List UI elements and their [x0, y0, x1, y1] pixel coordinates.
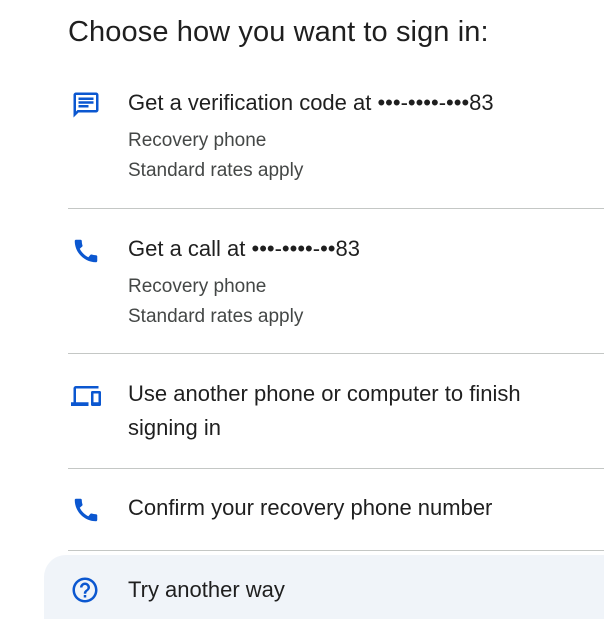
option-call[interactable]: Get a call at •••-••••-••83 Recovery pho…	[68, 232, 604, 332]
message-icon	[68, 90, 104, 120]
help-circle-icon	[70, 575, 100, 605]
option-label: Use another phone or computer to finish …	[128, 381, 521, 440]
divider	[68, 468, 604, 469]
devices-icon	[68, 381, 104, 411]
option-confirm-recovery-phone[interactable]: Confirm your recovery phone number	[68, 491, 604, 533]
option-label: Get a call at •••-••••-••83	[128, 236, 360, 261]
option-another-device[interactable]: Use another phone or computer to finish …	[68, 377, 604, 449]
option-label: Get a verification code at •••-••••-•••8…	[128, 90, 494, 115]
option-sub-label: Standard rates apply	[128, 306, 304, 327]
sign-in-options-page: Choose how you want to sign in: Get a ve…	[0, 0, 604, 619]
divider	[68, 208, 604, 209]
divider	[68, 353, 604, 354]
try-another-way-label: Try another way	[128, 577, 285, 602]
try-another-way-button[interactable]: Try another way	[44, 555, 604, 619]
divider	[68, 550, 604, 551]
option-sub-label: Recovery phone	[128, 130, 267, 151]
phone-icon	[68, 236, 104, 266]
option-label: Confirm your recovery phone number	[128, 495, 493, 520]
option-verification-code[interactable]: Get a verification code at •••-••••-•••8…	[68, 86, 604, 186]
option-sub-label: Recovery phone	[128, 276, 267, 297]
phone-icon	[68, 495, 104, 525]
page-title: Choose how you want to sign in:	[68, 16, 489, 48]
option-sub-label: Standard rates apply	[128, 160, 304, 181]
